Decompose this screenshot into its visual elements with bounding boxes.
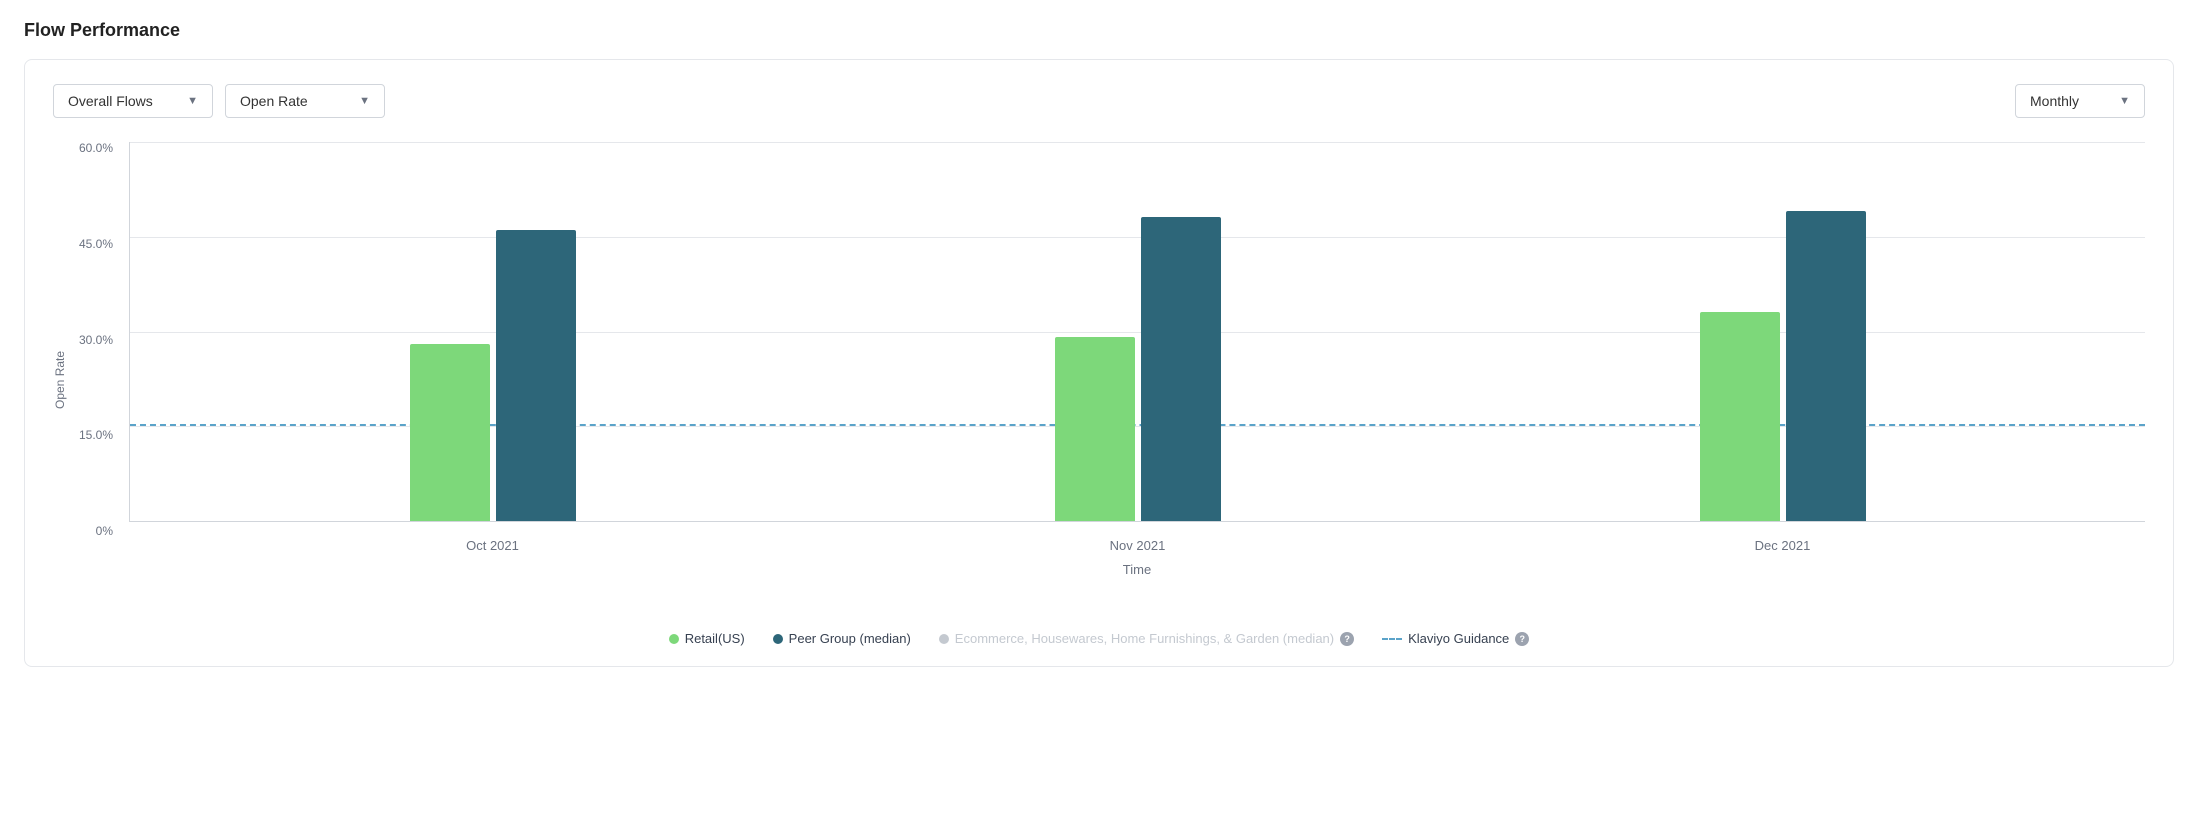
month-group [1460, 211, 2105, 521]
bar-peer-group [1141, 217, 1221, 521]
metric-dropdown[interactable]: Open Rate ▼ [225, 84, 385, 118]
y-axis-tick: 30.0% [79, 334, 113, 346]
flows-dropdown-label: Overall Flows [68, 93, 153, 109]
question-icon[interactable]: ? [1340, 632, 1354, 646]
legend-dot [939, 634, 949, 644]
flow-performance-card: Overall Flows ▼ Open Rate ▼ Monthly ▼ Op… [24, 59, 2174, 667]
time-dropdown-chevron-icon: ▼ [2119, 95, 2130, 107]
bars-wrapper [130, 142, 2145, 521]
time-dropdown[interactable]: Monthly ▼ [2015, 84, 2145, 118]
legend-label: Ecommerce, Housewares, Home Furnishings,… [955, 631, 1334, 646]
x-axis-tick: Nov 2021 [815, 538, 1460, 553]
bar-retail [1055, 337, 1135, 521]
bar-retail [1700, 312, 1780, 521]
metric-dropdown-label: Open Rate [240, 93, 308, 109]
legend-label: Klaviyo Guidance [1408, 631, 1509, 646]
chart-container: 60.0% 45.0% 30.0% 15.0% 0% Oct 2021Nov 2021D… [71, 142, 2145, 577]
x-axis-tick: Oct 2021 [170, 538, 815, 553]
legend-item: Ecommerce, Housewares, Home Furnishings,… [939, 631, 1354, 646]
bar-peer-group [496, 230, 576, 521]
flows-dropdown-chevron-icon: ▼ [187, 95, 198, 107]
y-axis-label: Open Rate [53, 142, 67, 577]
chart-plot: Oct 2021Nov 2021Dec 2021 [129, 142, 2145, 522]
controls-left: Overall Flows ▼ Open Rate ▼ [53, 84, 2003, 118]
x-axis-title: Time [129, 562, 2145, 577]
y-axis: 60.0% 45.0% 30.0% 15.0% 0% [71, 142, 121, 537]
bar-retail [410, 344, 490, 521]
legend-dot [773, 634, 783, 644]
controls-row: Overall Flows ▼ Open Rate ▼ Monthly ▼ [53, 84, 2145, 118]
question-icon[interactable]: ? [1515, 632, 1529, 646]
legend-dashed-icon [1382, 638, 1402, 640]
month-group [170, 230, 815, 521]
y-axis-tick: 60.0% [79, 142, 113, 154]
time-dropdown-label: Monthly [2030, 93, 2079, 109]
page-title: Flow Performance [24, 20, 2174, 41]
y-axis-tick: 0% [96, 525, 113, 537]
month-group [815, 217, 1460, 521]
legend-label: Peer Group (median) [789, 631, 911, 646]
legend: Retail(US) Peer Group (median) Ecommerce, … [53, 631, 2145, 646]
legend-item: Peer Group (median) [773, 631, 911, 646]
legend-dot [669, 634, 679, 644]
x-axis-tick: Dec 2021 [1460, 538, 2105, 553]
y-axis-tick: 15.0% [79, 429, 113, 441]
flows-dropdown[interactable]: Overall Flows ▼ [53, 84, 213, 118]
legend-label: Retail(US) [685, 631, 745, 646]
y-axis-tick: 45.0% [79, 238, 113, 250]
legend-item: Klaviyo Guidance? [1382, 631, 1529, 646]
legend-item: Retail(US) [669, 631, 745, 646]
metric-dropdown-chevron-icon: ▼ [359, 95, 370, 107]
x-axis: Oct 2021Nov 2021Dec 2021 [130, 538, 2145, 553]
bar-peer-group [1786, 211, 1866, 521]
chart-area: Open Rate 60.0% 45.0% 30.0% 15.0% 0% [53, 142, 2145, 577]
